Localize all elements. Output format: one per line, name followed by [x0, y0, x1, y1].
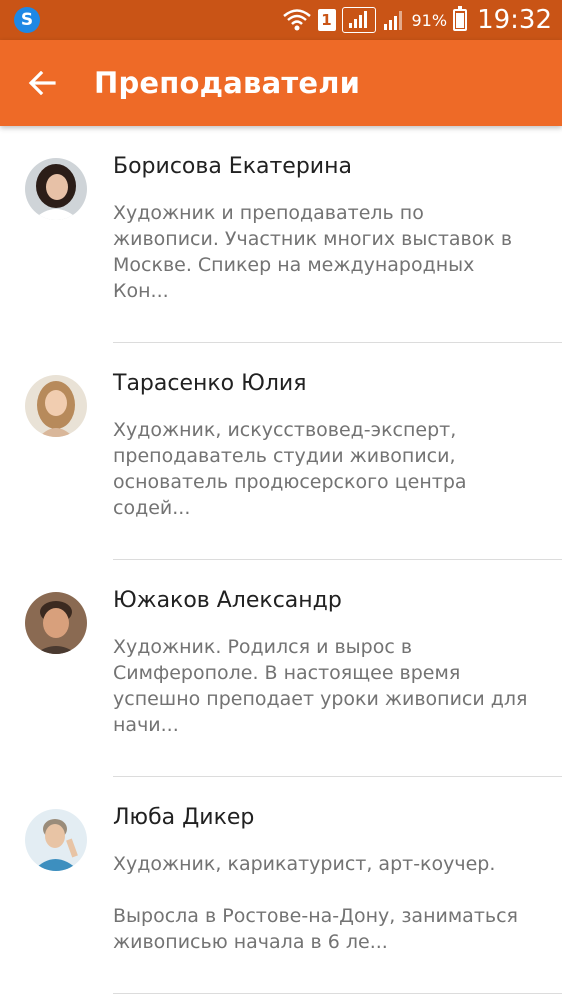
signal-sim1-icon: [341, 7, 376, 33]
status-bar: S 1 91% 19:32: [0, 0, 562, 40]
app-notification-icon: S: [14, 7, 40, 33]
sim-slot-icon: 1: [317, 9, 336, 31]
teacher-avatar: [25, 375, 87, 437]
teacher-list-item[interactable]: Люба Дикер Художник, карикатурист, арт-к…: [0, 777, 562, 994]
wifi-icon: [282, 9, 311, 31]
teacher-list-item[interactable]: Борисова Екатерина Художник и преподават…: [0, 126, 562, 343]
teacher-name: Южаков Александр: [113, 588, 342, 613]
teacher-description: Художник и преподаватель по живописи. Уч…: [113, 202, 513, 302]
status-icons: 1 91% 19:32: [282, 0, 552, 40]
teacher-list-item[interactable]: Южаков Александр Художник. Родился и выр…: [0, 560, 562, 777]
teacher-list-item[interactable]: Тарасенко Юлия Художник, искусствовед-эк…: [0, 343, 562, 560]
teacher-avatar: [25, 158, 87, 220]
teacher-name: Тарасенко Юлия: [113, 371, 307, 396]
app-bar: Преподаватели: [0, 40, 562, 126]
signal-sim2-icon: [383, 11, 402, 30]
teacher-description: Художник. Родился и вырос в Симферополе.…: [113, 636, 528, 736]
teacher-name: Люба Дикер: [113, 805, 255, 830]
teacher-description: Художник, искусствовед-эксперт, преподав…: [113, 419, 467, 519]
teacher-description: Художник, карикатурист, арт-коучер. Выро…: [113, 853, 518, 953]
arrow-left-icon: [28, 71, 56, 95]
teacher-name: Борисова Екатерина: [113, 154, 352, 179]
battery-percent: 91%: [411, 10, 448, 30]
divider: [113, 993, 562, 994]
teacher-avatar: [25, 592, 87, 654]
teacher-avatar: [25, 809, 87, 871]
battery-icon: [453, 6, 468, 31]
teacher-list: Борисова Екатерина Художник и преподават…: [0, 126, 562, 994]
clock: 19:32: [477, 5, 552, 35]
page-title: Преподаватели: [94, 66, 361, 100]
back-button[interactable]: [18, 61, 66, 105]
